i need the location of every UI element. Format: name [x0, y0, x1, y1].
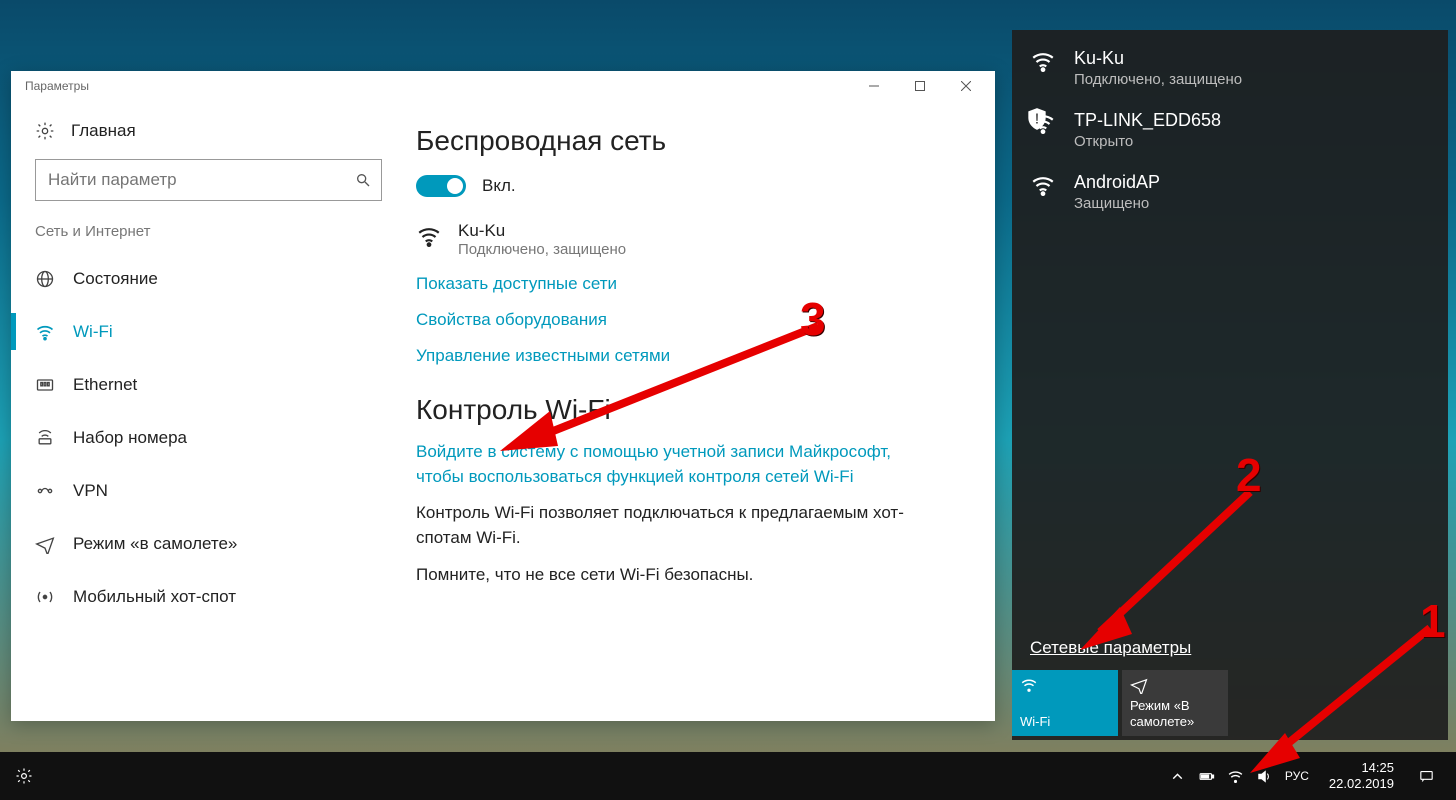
- wifi-icon: [1030, 48, 1056, 74]
- search-input[interactable]: [35, 159, 382, 201]
- nav-label: Wi-Fi: [73, 322, 113, 342]
- network-name: Ku-Ku: [458, 221, 626, 241]
- action-center-icon[interactable]: [1406, 768, 1446, 785]
- tile-label: Режим «В самолете»: [1130, 698, 1220, 731]
- clock-time: 14:25: [1361, 760, 1394, 776]
- network-name: AndroidAP: [1074, 172, 1160, 193]
- nav-wifi[interactable]: Wi-Fi: [11, 305, 406, 358]
- settings-window: Параметры Главная Сеть и Интернет Состоя…: [11, 71, 995, 721]
- network-sub: Подключено, защищено: [1074, 71, 1242, 88]
- window-title: Параметры: [25, 79, 89, 93]
- tray-chevron-icon[interactable]: [1169, 768, 1186, 785]
- nav-ethernet[interactable]: Ethernet: [11, 358, 406, 411]
- hotspot-icon: [35, 587, 55, 607]
- nav-hotspot[interactable]: Мобильный хот-спот: [11, 570, 406, 623]
- flyout-network-item[interactable]: Ku-Ku Подключено, защищено: [1012, 30, 1448, 92]
- network-name: TP-LINK_EDD658: [1074, 110, 1221, 131]
- ethernet-icon: [35, 375, 55, 395]
- home-link[interactable]: Главная: [11, 111, 406, 155]
- link-signin[interactable]: Войдите в систему с помощью учетной запи…: [416, 440, 926, 489]
- start-button[interactable]: [0, 752, 48, 800]
- gear-icon: [35, 121, 55, 141]
- content-heading2: Контроль Wi-Fi: [416, 394, 973, 426]
- network-sub: Защищено: [1074, 195, 1160, 212]
- titlebar: Параметры: [11, 71, 995, 101]
- nav-label: Режим «в самолете»: [73, 534, 237, 554]
- network-name: Ku-Ku: [1074, 48, 1242, 69]
- tile-label: Wi-Fi: [1020, 714, 1110, 730]
- flyout-network-item[interactable]: ! TP-LINK_EDD658 Открыто: [1012, 92, 1448, 154]
- wifi-icon: [35, 322, 55, 342]
- minimize-button[interactable]: [851, 71, 897, 101]
- flyout-tiles: Wi-Fi Режим «В самолете»: [1012, 670, 1448, 740]
- section-title: Сеть и Интернет: [11, 219, 406, 252]
- maximize-button[interactable]: [897, 71, 943, 101]
- wifi-icon: [416, 223, 442, 249]
- shield-warning-icon: !: [1024, 106, 1050, 132]
- clock[interactable]: 14:25 22.02.2019: [1329, 760, 1394, 791]
- language-indicator[interactable]: РУС: [1285, 769, 1309, 783]
- home-label: Главная: [71, 121, 136, 141]
- settings-content: Беспроводная сеть Вкл. Ku-Ku Подключено,…: [406, 101, 995, 721]
- wifi-sense-p1: Контроль Wi-Fi позволяет подключаться к …: [416, 501, 926, 550]
- airplane-icon: [1130, 676, 1148, 694]
- network-sub: Открыто: [1074, 133, 1221, 150]
- nav-label: Набор номера: [73, 428, 187, 448]
- tile-airplane[interactable]: Режим «В самолете»: [1122, 670, 1228, 736]
- svg-text:!: !: [1035, 110, 1039, 127]
- nav-status[interactable]: Состояние: [11, 252, 406, 305]
- wifi-icon: [1020, 676, 1038, 694]
- wifi-open-icon: !: [1030, 110, 1056, 136]
- vpn-icon: [35, 481, 55, 501]
- nav-vpn[interactable]: VPN: [11, 464, 406, 517]
- globe-icon: [35, 269, 55, 289]
- network-flyout: Ku-Ku Подключено, защищено ! TP-LINK_EDD6…: [1012, 30, 1448, 740]
- search-icon: [355, 172, 371, 188]
- link-show-networks[interactable]: Показать доступные сети: [416, 274, 973, 294]
- dialup-icon: [35, 428, 55, 448]
- battery-icon[interactable]: [1198, 768, 1215, 785]
- nav-airplane[interactable]: Режим «в самолете»: [11, 517, 406, 570]
- clock-date: 22.02.2019: [1329, 776, 1394, 792]
- taskbar: РУС 14:25 22.02.2019: [0, 752, 1456, 800]
- tile-wifi[interactable]: Wi-Fi: [1012, 670, 1118, 736]
- wifi-icon: [1030, 172, 1056, 198]
- wifi-toggle[interactable]: [416, 175, 466, 197]
- content-heading: Беспроводная сеть: [416, 125, 973, 157]
- nav-label: Ethernet: [73, 375, 137, 395]
- network-status: Подключено, защищено: [458, 241, 626, 258]
- close-button[interactable]: [943, 71, 989, 101]
- settings-icon: [15, 767, 33, 785]
- volume-icon[interactable]: [1256, 768, 1273, 785]
- search-field[interactable]: [48, 170, 355, 190]
- airplane-icon: [35, 534, 55, 554]
- nav-label: Мобильный хот-спот: [73, 587, 236, 607]
- link-manage-known[interactable]: Управление известными сетями: [416, 346, 973, 366]
- network-settings-link[interactable]: Сетевые параметры: [1012, 638, 1448, 670]
- nav-label: VPN: [73, 481, 108, 501]
- system-tray: РУС 14:25 22.02.2019: [1159, 760, 1456, 791]
- toggle-label: Вкл.: [482, 176, 516, 196]
- nav-label: Состояние: [73, 269, 158, 289]
- wifi-sense-p2: Помните, что не все сети Wi-Fi безопасны…: [416, 563, 926, 588]
- link-hardware-props[interactable]: Свойства оборудования: [416, 310, 973, 330]
- connected-network[interactable]: Ku-Ku Подключено, защищено: [416, 221, 973, 258]
- wifi-tray-icon[interactable]: [1227, 768, 1244, 785]
- settings-sidebar: Главная Сеть и Интернет Состояние Wi-Fi …: [11, 101, 406, 721]
- flyout-network-item[interactable]: AndroidAP Защищено: [1012, 154, 1448, 216]
- nav-dialup[interactable]: Набор номера: [11, 411, 406, 464]
